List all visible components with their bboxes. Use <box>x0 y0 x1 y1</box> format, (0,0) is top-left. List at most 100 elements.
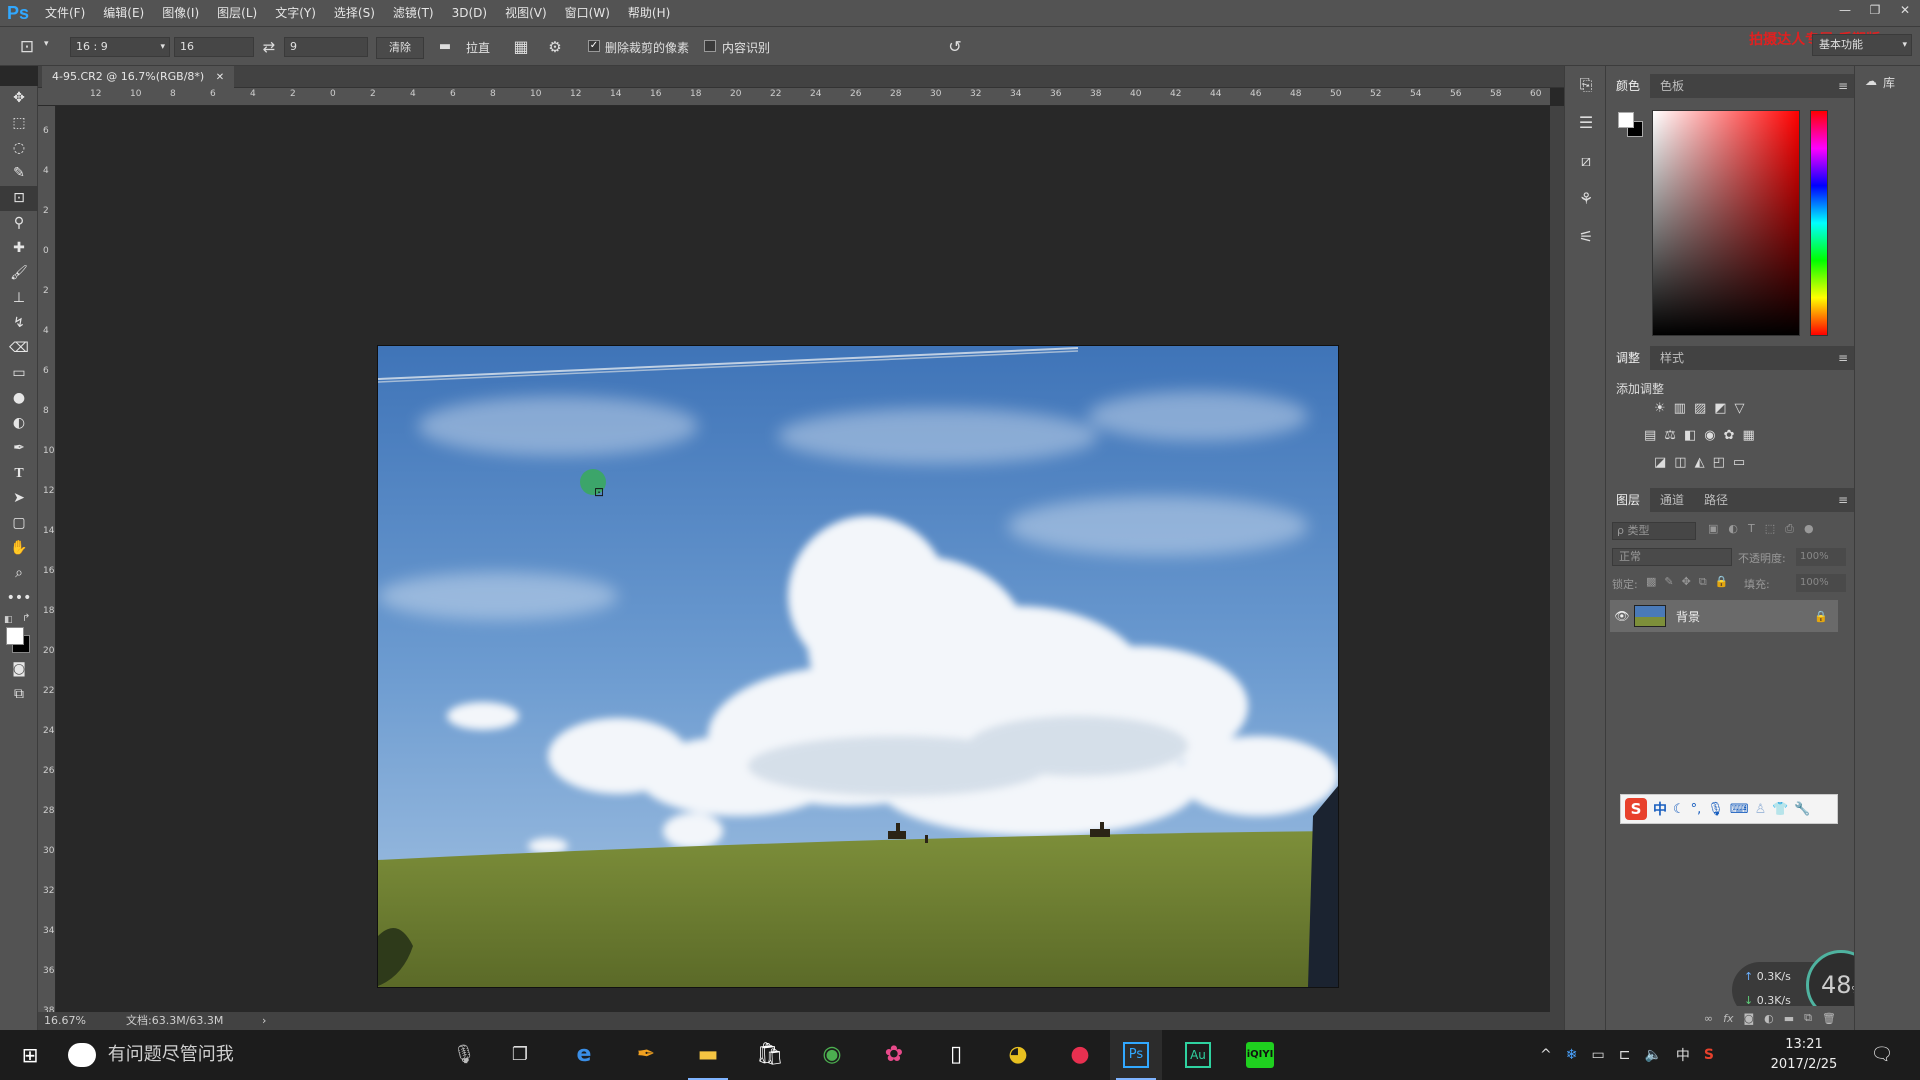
delete-cropped-checkbox[interactable]: ✓ <box>588 40 600 52</box>
layer-row-background[interactable]: 👁 背景 🔒 <box>1610 600 1838 632</box>
threshold-icon[interactable]: ◭ <box>1695 455 1705 470</box>
iqiyi-icon[interactable]: iQIYI <box>1234 1030 1286 1080</box>
type-tool-icon[interactable]: T <box>0 461 38 486</box>
ratio-preset-select[interactable]: 16 : 9 ▾ <box>70 37 170 57</box>
tool-presets-icon[interactable]: ⚟ <box>1565 218 1607 256</box>
sogou-tray-icon[interactable]: S <box>1704 1047 1714 1063</box>
panel-menu-icon[interactable]: ≡ <box>1838 351 1848 365</box>
ime-lang-toggle[interactable]: 中 <box>1653 799 1667 819</box>
libraries-icon[interactable]: ☁ <box>1865 74 1877 91</box>
overlay-grid-icon[interactable]: ▦ <box>510 37 532 57</box>
restore-button[interactable]: ❐ <box>1860 0 1890 20</box>
network-icon[interactable]: ⊏ <box>1619 1047 1631 1063</box>
panel-menu-icon[interactable]: ≡ <box>1838 79 1848 93</box>
menu-layer[interactable]: 图层(L) <box>208 0 266 26</box>
brush-tool-icon[interactable]: 🖌 <box>0 261 38 286</box>
swap-colors-icon[interactable]: ↱ <box>22 613 30 624</box>
audition-taskbar-icon[interactable]: Au <box>1172 1030 1224 1080</box>
properties-panel-icon[interactable]: ☰ <box>1565 104 1607 142</box>
lock-transparent-icon[interactable]: ▩ <box>1646 575 1656 589</box>
channel-mixer-icon[interactable]: ✿ <box>1724 428 1735 443</box>
straighten-icon[interactable]: ▬ <box>434 37 456 57</box>
filter-pixel-icon[interactable]: ▣ <box>1708 522 1718 536</box>
posterize-icon[interactable]: ◫ <box>1674 455 1686 470</box>
brightness-icon[interactable]: ☀ <box>1654 401 1666 416</box>
lock-position-icon[interactable]: ✥ <box>1682 575 1691 589</box>
photoshop-taskbar-icon[interactable]: Ps <box>1110 1030 1162 1080</box>
hand-tool-icon[interactable]: ✋ <box>0 536 38 561</box>
exposure-icon[interactable]: ◩ <box>1714 401 1726 416</box>
minimize-button[interactable]: — <box>1830 0 1860 20</box>
tab-styles[interactable]: 样式 <box>1650 346 1694 370</box>
close-icon[interactable]: ✕ <box>216 72 224 83</box>
eye-icon[interactable]: 👁 <box>1610 609 1634 623</box>
gradient-tool-icon[interactable]: ▭ <box>0 361 38 386</box>
file-explorer-icon[interactable]: ▬ <box>682 1030 734 1080</box>
start-button-icon[interactable]: ⊞ <box>4 1030 56 1080</box>
browser-feather-icon[interactable]: ✒ <box>620 1030 672 1080</box>
chevron-down-icon[interactable]: ▾ <box>44 39 49 49</box>
path-select-tool-icon[interactable]: ➤ <box>0 486 38 511</box>
delete-layer-icon[interactable]: 🗑 <box>1822 1012 1836 1025</box>
color-balance-icon[interactable]: ⚖ <box>1664 428 1676 443</box>
fill-input[interactable]: 100% <box>1796 574 1846 592</box>
canvas-area[interactable]: ⊡ <box>56 106 1550 1012</box>
black-white-icon[interactable]: ◧ <box>1684 428 1696 443</box>
action-center-icon[interactable]: 🗨 <box>1856 1030 1908 1080</box>
quick-select-tool-icon[interactable]: ✎ <box>0 161 38 186</box>
menu-view[interactable]: 视图(V) <box>496 0 556 26</box>
clone-stamp-tool-icon[interactable]: ⊥ <box>0 286 38 311</box>
straighten-button[interactable]: 拉直 <box>466 39 490 56</box>
selective-color-icon[interactable]: ◰ <box>1713 455 1725 470</box>
layer-filter-select[interactable]: ρ 类型 <box>1612 522 1696 540</box>
filter-shape-icon[interactable]: ⬚ <box>1765 522 1775 536</box>
pen-tool-icon[interactable]: ✒ <box>0 436 38 461</box>
tray-expand-icon[interactable]: ^ <box>1540 1047 1552 1063</box>
crop-tool-icon[interactable]: ⊡ <box>0 186 38 211</box>
microphone-icon[interactable]: 🎙 <box>438 1030 490 1080</box>
tray-ime-lang[interactable]: 中 <box>1676 1045 1690 1065</box>
move-tool-icon[interactable]: ✥ <box>0 86 38 111</box>
clone-source-icon[interactable]: ⧄ <box>1565 142 1607 180</box>
default-colors-icon[interactable]: ◧ <box>4 615 13 625</box>
blend-mode-select[interactable]: 正常 <box>1612 548 1732 566</box>
chevron-right-icon[interactable]: › <box>262 1012 266 1030</box>
blur-tool-icon[interactable]: ● <box>0 386 38 411</box>
lock-artboard-icon[interactable]: ⧉ <box>1699 575 1707 589</box>
document-app-icon[interactable]: ▯ <box>930 1030 982 1080</box>
marquee-tool-icon[interactable]: ⬚ <box>0 111 38 136</box>
zoom-tool-icon[interactable]: ⌕ <box>0 561 38 586</box>
user-icon[interactable]: ♙ <box>1755 802 1767 817</box>
tab-channels[interactable]: 通道 <box>1650 488 1694 512</box>
document-tab[interactable]: 4-95.CR2 @ 16.7%(RGB/8*) ✕ <box>42 66 235 88</box>
layer-name[interactable]: 背景 <box>1676 608 1814 625</box>
content-aware-checkbox[interactable] <box>704 40 716 52</box>
rectangle-tool-icon[interactable]: ▢ <box>0 511 38 536</box>
menu-edit[interactable]: 编辑(E) <box>94 0 153 26</box>
menu-window[interactable]: 窗口(W) <box>556 0 619 26</box>
curves-icon[interactable]: ▨ <box>1694 401 1706 416</box>
new-layer-icon[interactable]: ⧉ <box>1804 1011 1812 1025</box>
history-panel-icon[interactable]: ⎘ <box>1565 66 1607 104</box>
eraser-tool-icon[interactable]: ⌫ <box>0 336 38 361</box>
levels-icon[interactable]: ▥ <box>1674 401 1686 416</box>
add-mask-icon[interactable]: ◙ <box>1743 1012 1754 1025</box>
new-adjustment-icon[interactable]: ◐ <box>1764 1012 1774 1025</box>
microphone-icon[interactable]: 🎙 <box>1707 802 1724 817</box>
filter-toggle-icon[interactable]: ● <box>1804 522 1814 536</box>
clear-button[interactable]: 清除 <box>376 37 424 59</box>
dodge-tool-icon[interactable]: ◐ <box>0 411 38 436</box>
tab-adjustments[interactable]: 调整 <box>1606 346 1651 370</box>
edge-icon[interactable]: e <box>558 1030 610 1080</box>
menu-select[interactable]: 选择(S) <box>325 0 384 26</box>
tab-layers[interactable]: 图层 <box>1606 488 1651 512</box>
menu-help[interactable]: 帮助(H) <box>619 0 679 26</box>
filter-smart-icon[interactable]: ⎙ <box>1785 522 1794 536</box>
color-lookup-icon[interactable]: ▦ <box>1743 428 1755 443</box>
swap-dimensions-icon[interactable]: ⇄ <box>258 37 280 57</box>
screen-mode-icon[interactable]: ⧉ <box>0 682 38 707</box>
fx-icon[interactable]: fx <box>1723 1012 1733 1025</box>
filter-adjust-icon[interactable]: ◐ <box>1728 522 1738 536</box>
cortana-search[interactable]: 有问题尽管问我 <box>62 1038 482 1072</box>
close-button[interactable]: ✕ <box>1890 0 1920 20</box>
